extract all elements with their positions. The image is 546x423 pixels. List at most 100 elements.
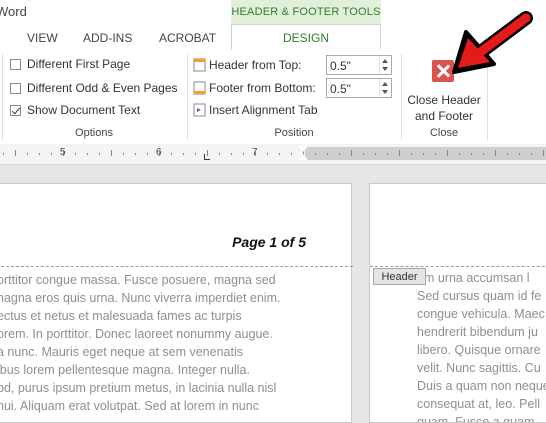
spin-up-icon[interactable] [382,82,388,86]
right-indent-marker-bottom[interactable] [298,154,308,160]
checkbox-box[interactable] [10,58,21,70]
ruler-tick [543,150,544,156]
ruler-tick [387,153,388,155]
text-line: am urna accumsan l [417,271,530,285]
ruler-tick [339,153,340,155]
tab-view[interactable]: VIEW [27,31,58,45]
text-line: od, purus ipsum pretium metus, in lacini… [0,381,277,395]
close-button-label-line2: and Footer [414,109,474,123]
text-line: libero. Quisque ornare [417,343,541,357]
checkbox-label: Different First Page [27,57,131,71]
spinner-arrows[interactable] [379,56,391,74]
ruler-tick [39,153,40,155]
text-line: nui. Aliquam erat volutpat. Sed at lorem… [0,399,259,413]
position-group-label: Position [274,127,314,139]
ruler-tick [267,153,268,155]
ruler-right-margin [305,147,546,160]
text-line: congue vehicula. Maec [417,307,545,321]
ruler-tick [171,153,172,155]
ruler-tick [159,150,160,156]
ruler-tick [447,150,448,156]
show-document-text-checkbox[interactable]: Show Document Text [10,101,140,119]
ruler-tick [243,153,244,155]
header-from-top-input[interactable]: 0.5" [326,55,392,75]
ruler-tick [195,153,196,155]
ruler-tick [399,150,400,156]
header-area-tag: Header [373,268,426,285]
header-from-top-label: Header from Top: [209,58,302,72]
spin-down-icon[interactable] [382,67,388,71]
context-tab-label: HEADER & FOOTER TOOLS [231,6,381,18]
tab-acrobat[interactable]: ACROBAT [159,31,216,45]
ruler-tick [15,150,16,156]
spin-up-icon[interactable] [382,59,388,63]
different-odd-even-pages-checkbox[interactable]: Different Odd & Even Pages [10,79,178,97]
text-line: orttitor congue massa. Fusce posuere, ma… [0,273,276,287]
ruler-tick [27,153,28,155]
header-position-icon [193,58,206,72]
ruler-tick [411,153,412,155]
text-line: velit. Nunc sagittis. Cu [417,361,541,375]
ruler-tick [327,153,328,155]
page-2[interactable]: am urna accumsan l Sed cursus quam id fe… [369,183,546,423]
ruler-tick [279,153,280,155]
ruler-tick [87,153,88,155]
alignment-tab-icon [193,103,206,117]
header-from-top-row: Header from Top: [193,55,302,75]
ruler-tick [351,150,352,156]
ruler-tick [471,153,472,155]
page-1[interactable]: Page 1 of 5 orttitor congue massa. Fusce… [0,183,353,423]
insert-alignment-tab-label: Insert Alignment Tab [209,103,318,117]
ruler-tick [3,153,4,155]
footer-position-icon [193,81,206,95]
ruler-tick [231,153,232,155]
tab-add-ins[interactable]: ADD-INS [83,31,132,45]
footer-from-bottom-row: Footer from Bottom: [193,78,316,98]
ruler-tick [435,153,436,155]
tab-design[interactable]: DESIGN [231,24,381,50]
close-button-label-line1: Close Header [407,93,481,107]
different-first-page-checkbox[interactable]: Different First Page [10,55,130,73]
insert-alignment-tab-button[interactable]: Insert Alignment Tab [193,100,318,120]
ruler-tick [255,150,256,156]
ruler-tick [99,153,100,155]
header-boundary [0,266,353,267]
checkbox-box[interactable] [10,82,21,94]
text-line: orem. In porttitor. Donec laoreet nonumm… [0,327,273,341]
text-line: ibus lorem pellentesque magna. Integer n… [0,363,250,377]
footer-from-bottom-label: Footer from Bottom: [209,81,316,95]
spin-down-icon[interactable] [382,90,388,94]
ruler-tick [483,153,484,155]
close-group-label: Close [429,127,459,139]
ruler-tick [423,153,424,155]
header-footer-tools-context: HEADER & FOOTER TOOLS [231,0,381,26]
ruler-tick [63,150,64,156]
horizontal-ruler[interactable]: 5 6 7 [0,144,546,165]
text-line: Sed cursus quam id fe [417,289,542,303]
checkbox-label: Show Document Text [27,103,141,117]
ruler-tick [219,153,220,155]
ruler-tab-stop[interactable] [204,154,210,160]
ruler-tick [375,153,376,155]
app-title: Word [0,4,27,19]
text-line: ectus et netus et malesuada fames ac tur… [0,309,242,323]
right-indent-marker[interactable] [298,146,308,152]
page-number-field[interactable]: Page 1 of 5 [232,234,306,250]
checkbox-label: Different Odd & Even Pages [27,81,178,95]
header-boundary [370,266,546,267]
ruler-tick [459,153,460,155]
ruler-tick [51,153,52,155]
footer-from-bottom-input[interactable]: 0.5" [326,78,392,98]
spinner-arrows[interactable] [379,79,391,97]
ruler-tick [291,153,292,155]
page-2-body-text: am urna accumsan l Sed cursus quam id fe… [417,269,546,423]
ruler-tick [507,153,508,155]
checkbox-box[interactable] [10,104,21,116]
ruler-tick [495,150,496,156]
text-line: hendrerit bibendum ju [417,325,538,339]
text-line: quam. Fusce a quam. [417,415,538,423]
ruler-tick [111,150,112,156]
ruler-tick [135,153,136,155]
ruler-tick [531,153,532,155]
options-group-label: Options [75,127,113,139]
